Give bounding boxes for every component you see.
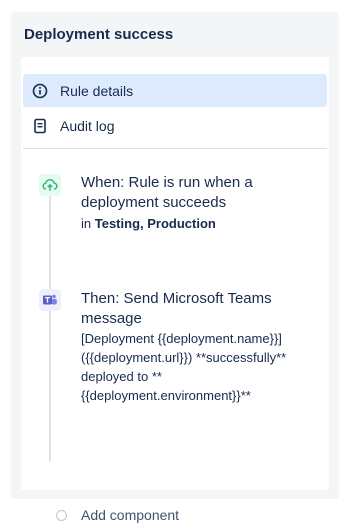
action-title[interactable]: Then: Send Microsoft Teams message [81, 289, 321, 329]
nav-item-label: Audit log [60, 117, 115, 134]
add-component-button[interactable]: Add component [81, 507, 179, 523]
nav-item-rule-details[interactable]: Rule details [23, 74, 327, 107]
trigger-environments: in Testing, Production [81, 214, 321, 233]
divider [23, 148, 327, 149]
timeline-line [49, 187, 51, 461]
info-icon [31, 82, 49, 100]
action-message: [Deployment {{deployment.name}}]({{deplo… [81, 331, 287, 403]
nav-item-audit-log[interactable]: Audit log [23, 109, 327, 142]
trigger-environment-list: Testing, Production [94, 216, 216, 231]
trigger-prefix: in [81, 216, 92, 231]
document-icon [31, 117, 49, 135]
trigger-title[interactable]: When: Rule is run when a deployment succ… [81, 173, 321, 213]
microsoft-teams-icon [39, 289, 61, 311]
rule-card: Rule details Audit log When: Rule is run… [21, 57, 329, 523]
rule-panel: Deployment success Rule details Audit lo… [11, 12, 339, 523]
cloud-upload-icon [39, 174, 61, 196]
nav-item-label: Rule details [60, 82, 134, 99]
panel-title: Deployment success [24, 26, 174, 43]
